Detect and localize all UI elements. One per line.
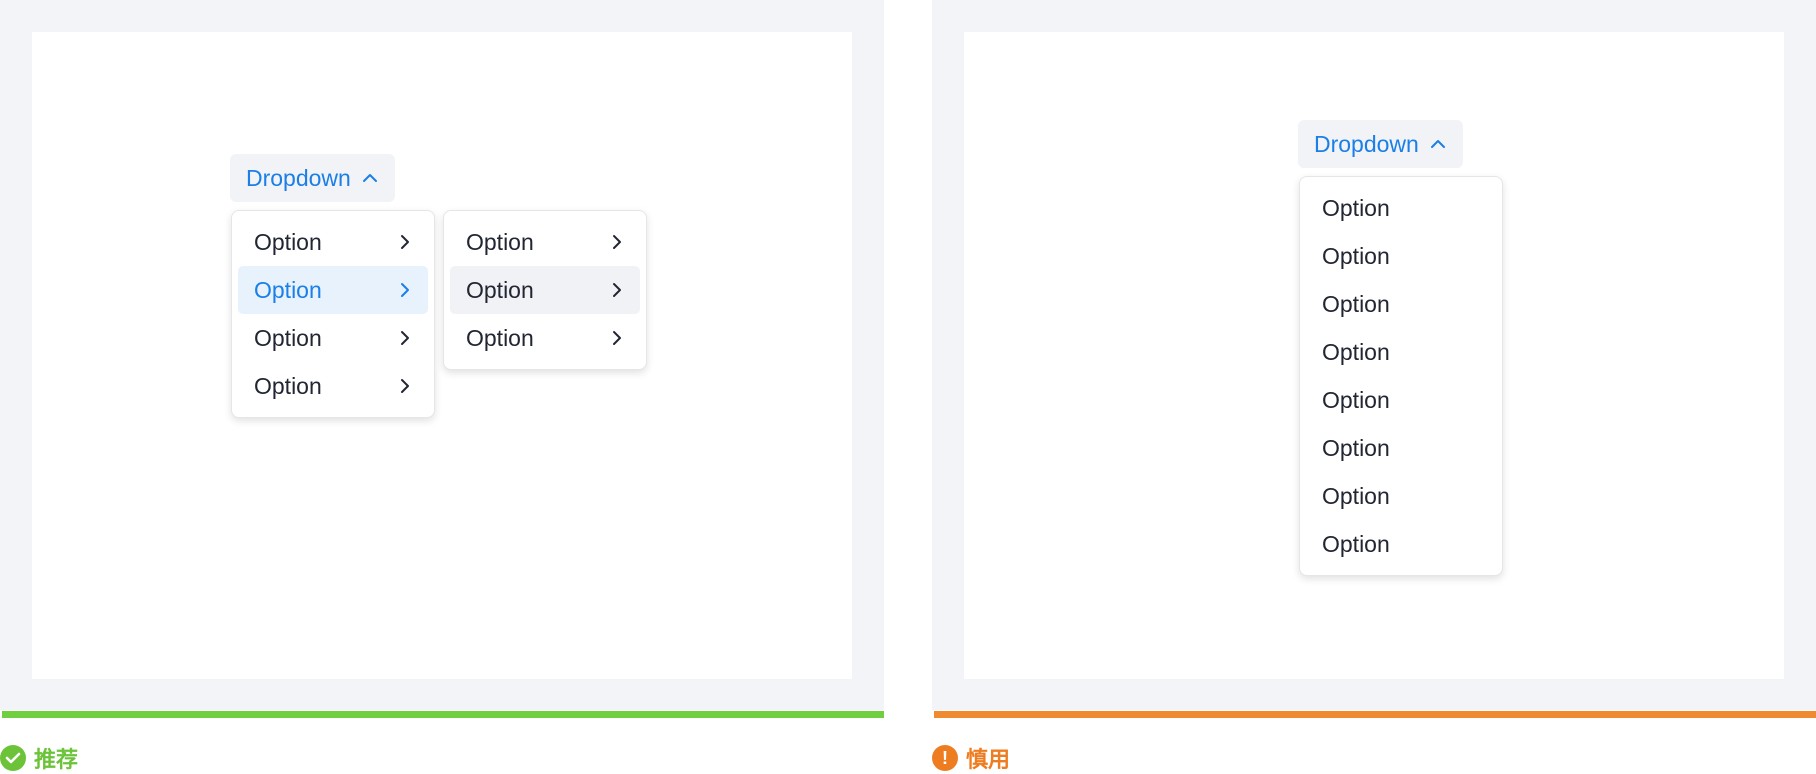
chevron-right-icon	[398, 233, 412, 251]
menu-item[interactable]: Option	[238, 314, 428, 362]
menu-item[interactable]: Option	[1306, 376, 1496, 424]
verdict-label: 推荐	[34, 747, 79, 772]
chevron-right-icon	[610, 281, 624, 299]
menu-item-label: Option	[254, 324, 322, 351]
dropdown-menu: Option Option Option Option	[231, 210, 435, 418]
chevron-up-icon	[1429, 135, 1447, 153]
menu-item-label: Option	[254, 276, 322, 303]
exclamation-circle-icon: !	[932, 745, 958, 771]
caution-verdict: ! 慎用	[932, 744, 1010, 772]
menu-item-label: Option	[1322, 194, 1390, 221]
verdict-label: 慎用	[966, 747, 1011, 772]
dropdown-menu-long: Option Option Option Option Option Optio…	[1299, 176, 1503, 576]
chevron-right-icon	[610, 233, 624, 251]
chevron-right-icon	[398, 377, 412, 395]
submenu-item[interactable]: Option	[450, 218, 640, 266]
chevron-right-icon	[398, 329, 412, 347]
chevron-right-icon	[610, 329, 624, 347]
menu-item[interactable]: Option	[1306, 520, 1496, 568]
recommended-verdict: 推荐	[0, 744, 78, 772]
dropdown-button-label: Dropdown	[1314, 130, 1419, 157]
submenu-item-label: Option	[466, 276, 534, 303]
submenu-item-label: Option	[466, 228, 534, 255]
menu-item-label: Option	[1322, 242, 1390, 269]
dropdown-button-label: Dropdown	[246, 164, 351, 191]
menu-item-label: Option	[1322, 434, 1390, 461]
menu-item-label: Option	[254, 372, 322, 399]
check-circle-icon	[0, 745, 26, 771]
menu-item[interactable]: Option	[1306, 280, 1496, 328]
submenu-item[interactable]: Option	[450, 314, 640, 362]
menu-item-label: Option	[1322, 482, 1390, 509]
menu-item[interactable]: Option	[238, 362, 428, 410]
menu-item-label: Option	[1322, 530, 1390, 557]
dropdown-button[interactable]: Dropdown	[230, 154, 395, 202]
recommended-indicator-bar	[2, 711, 884, 718]
submenu-item-hover[interactable]: Option	[450, 266, 640, 314]
menu-item[interactable]: Option	[1306, 328, 1496, 376]
menu-item[interactable]: Option	[1306, 424, 1496, 472]
caution-indicator-bar	[934, 711, 1816, 718]
recommended-example-panel	[0, 0, 884, 710]
menu-item-active[interactable]: Option	[238, 266, 428, 314]
submenu-item-label: Option	[466, 324, 534, 351]
chevron-right-icon	[398, 281, 412, 299]
menu-item-label: Option	[1322, 386, 1390, 413]
menu-item-label: Option	[1322, 338, 1390, 365]
menu-item[interactable]: Option	[238, 218, 428, 266]
recommended-canvas	[32, 32, 852, 679]
chevron-up-icon	[361, 169, 379, 187]
menu-item[interactable]: Option	[1306, 184, 1496, 232]
menu-item-label: Option	[254, 228, 322, 255]
dropdown-submenu: Option Option Option	[443, 210, 647, 370]
dropdown-button[interactable]: Dropdown	[1298, 120, 1463, 168]
menu-item-label: Option	[1322, 290, 1390, 317]
menu-item[interactable]: Option	[1306, 232, 1496, 280]
menu-item[interactable]: Option	[1306, 472, 1496, 520]
